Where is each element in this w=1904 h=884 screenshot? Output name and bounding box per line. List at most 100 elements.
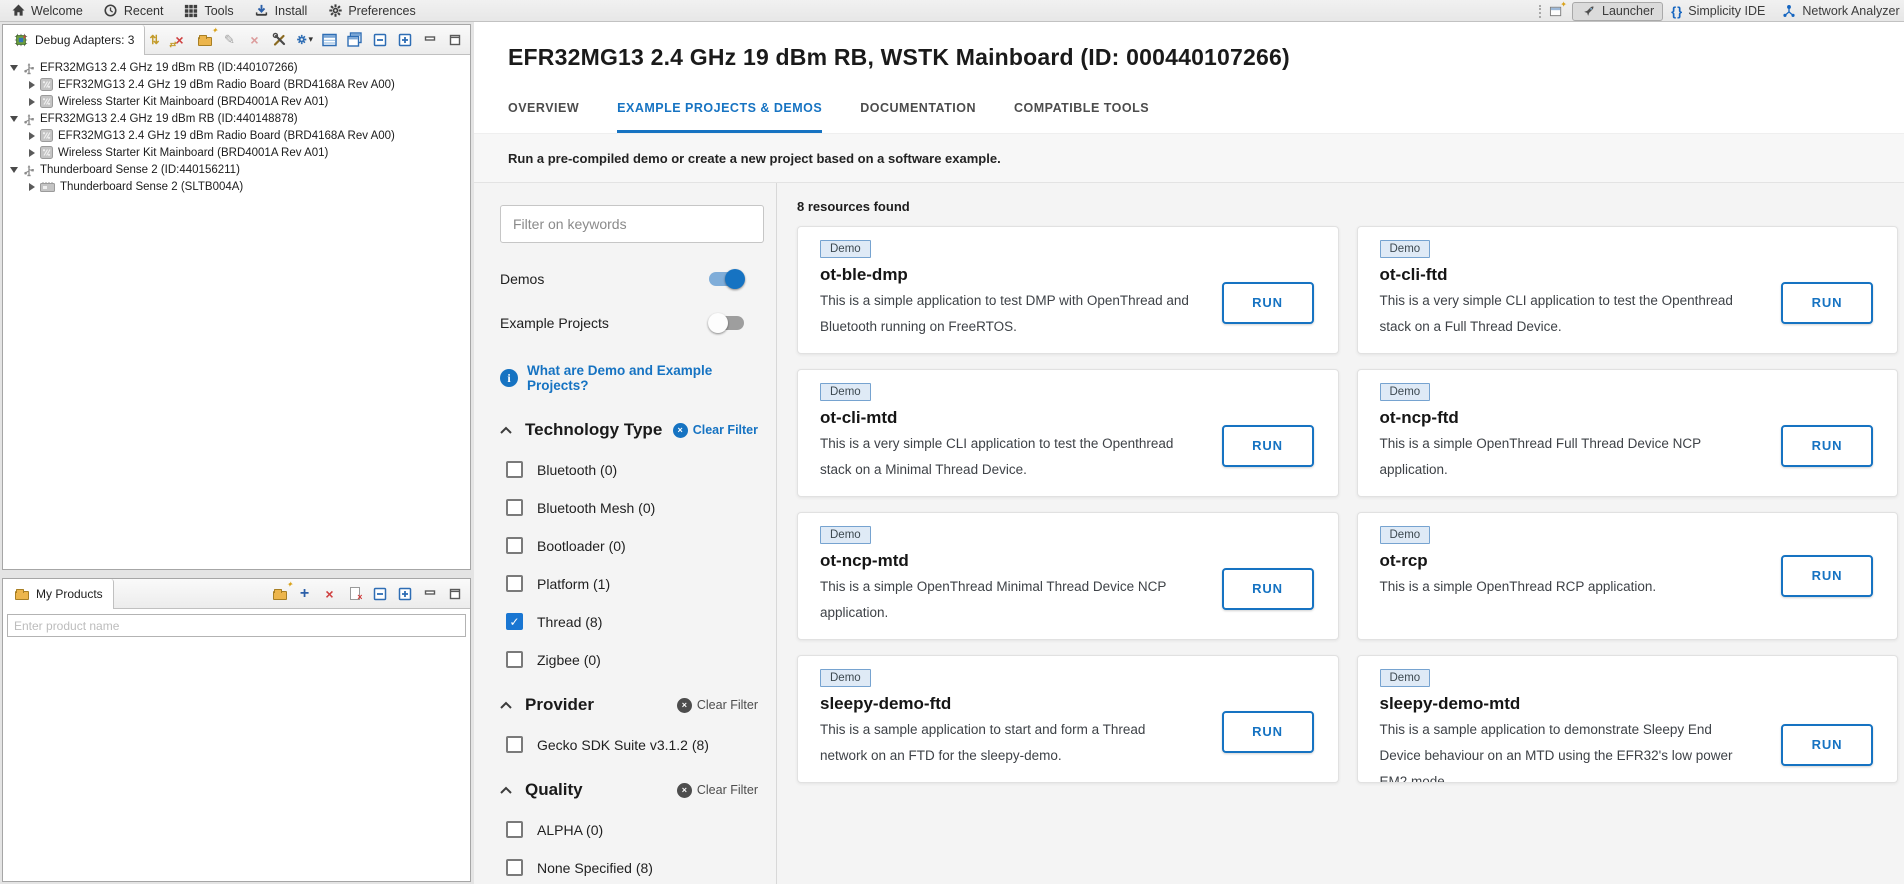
checkbox-icon[interactable]: ✓ bbox=[506, 613, 523, 630]
card-description: This is a simple OpenThread RCP applicat… bbox=[1380, 574, 1750, 600]
tree-item[interactable]: Thunderboard Sense 2 (ID:440156211) bbox=[3, 161, 470, 178]
expander-icon[interactable] bbox=[29, 132, 35, 140]
expander-icon[interactable] bbox=[10, 65, 18, 71]
checkbox-icon[interactable]: ✓ bbox=[506, 736, 523, 753]
tab-overview[interactable]: OVERVIEW bbox=[508, 101, 579, 133]
tree-item[interactable]: Wireless Starter Kit Mainboard (BRD4001A… bbox=[3, 93, 470, 110]
filter-option-bootloader[interactable]: ✓ Bootloader (0) bbox=[500, 537, 764, 554]
expand-all-icon[interactable] bbox=[396, 32, 413, 48]
expander-icon[interactable] bbox=[10, 167, 18, 173]
checkbox-icon[interactable]: ✓ bbox=[506, 537, 523, 554]
settings-gear-icon[interactable]: ▾ bbox=[296, 32, 313, 48]
keyword-filter-input[interactable] bbox=[500, 205, 764, 243]
filter-option-platform[interactable]: ✓ Platform (1) bbox=[500, 575, 764, 592]
disconnect-icon[interactable]: ×⇄ bbox=[171, 32, 188, 48]
checkbox-icon[interactable]: ✓ bbox=[506, 499, 523, 516]
expand-all-icon[interactable] bbox=[396, 586, 413, 602]
provider-clear-filter[interactable]: × Clear Filter bbox=[677, 698, 758, 713]
run-button[interactable]: RUN bbox=[1222, 711, 1314, 753]
tree-item[interactable]: EFR32MG13 2.4 GHz 19 dBm RB (ID:44014887… bbox=[3, 110, 470, 127]
add-product-icon[interactable]: + bbox=[296, 586, 313, 602]
chevron-up-icon[interactable] bbox=[500, 701, 512, 709]
technology-clear-filter[interactable]: × Clear Filter bbox=[673, 423, 758, 438]
expander-icon[interactable] bbox=[29, 81, 35, 89]
checkbox-icon[interactable]: ✓ bbox=[506, 859, 523, 876]
filter-option-none-specified[interactable]: ✓ None Specified (8) bbox=[500, 859, 764, 876]
checkbox-icon[interactable]: ✓ bbox=[506, 575, 523, 592]
filter-option-thread[interactable]: ✓ Thread (8) bbox=[500, 613, 764, 630]
content-area: Demos Example Projects i What are Demo a… bbox=[474, 183, 1904, 884]
tree-item[interactable]: EFR32MG13 2.4 GHz 19 dBm Radio Board (BR… bbox=[3, 127, 470, 144]
card-title: ot-rcp bbox=[1380, 551, 1750, 571]
tree-item[interactable]: Wireless Starter Kit Mainboard (BRD4001A… bbox=[3, 144, 470, 161]
minimize-icon[interactable] bbox=[421, 586, 438, 602]
perspective-launcher[interactable]: Launcher bbox=[1572, 2, 1663, 21]
delete-icon[interactable]: × bbox=[246, 32, 263, 48]
chevron-up-icon[interactable] bbox=[500, 426, 512, 434]
perspective-network-analyzer[interactable]: Network Analyzer bbox=[1773, 2, 1904, 21]
maximize-icon[interactable] bbox=[446, 32, 463, 48]
usb-adapter-icon bbox=[23, 112, 35, 126]
braces-icon: {} bbox=[1671, 4, 1683, 19]
tree-item[interactable]: Thunderboard Sense 2 (SLTB004A) bbox=[3, 178, 470, 195]
demos-toggle[interactable] bbox=[709, 272, 744, 286]
expander-icon[interactable] bbox=[29, 98, 35, 106]
menu-preferences[interactable]: Preferences bbox=[317, 0, 425, 22]
remove-all-icon[interactable]: × bbox=[346, 586, 363, 602]
run-button[interactable]: RUN bbox=[1781, 724, 1873, 766]
tab-example-projects-demos[interactable]: EXAMPLE PROJECTS & DEMOS bbox=[617, 101, 822, 133]
filter-option-bluetooth-mesh[interactable]: ✓ Bluetooth Mesh (0) bbox=[500, 499, 764, 516]
collapse-all-icon[interactable] bbox=[371, 32, 388, 48]
expander-icon[interactable] bbox=[10, 116, 18, 122]
menu-install[interactable]: Install bbox=[244, 0, 318, 22]
checkbox-icon[interactable]: ✓ bbox=[506, 461, 523, 478]
new-group-icon[interactable]: ✦ bbox=[196, 32, 213, 48]
filter-option-alpha[interactable]: ✓ ALPHA (0) bbox=[500, 821, 764, 838]
run-button[interactable]: RUN bbox=[1781, 425, 1873, 467]
tree-item-label: Wireless Starter Kit Mainboard (BRD4001A… bbox=[58, 96, 328, 108]
run-button[interactable]: RUN bbox=[1222, 568, 1314, 610]
maximize-icon[interactable] bbox=[446, 586, 463, 602]
card-description: This is a very simple CLI application to… bbox=[1380, 288, 1750, 340]
my-products-tab[interactable]: My Products bbox=[3, 579, 114, 609]
run-button[interactable]: RUN bbox=[1222, 425, 1314, 467]
tab-compatible-tools[interactable]: COMPATIBLE TOOLS bbox=[1014, 101, 1149, 133]
checkbox-icon[interactable]: ✓ bbox=[506, 821, 523, 838]
expander-icon[interactable] bbox=[29, 149, 35, 157]
collapse-all-icon[interactable] bbox=[371, 586, 388, 602]
run-button[interactable]: RUN bbox=[1781, 282, 1873, 324]
view-multi-icon[interactable] bbox=[346, 32, 363, 48]
menu-recent[interactable]: Recent bbox=[93, 0, 174, 22]
device-tools-icon[interactable] bbox=[271, 32, 288, 48]
run-button[interactable]: RUN bbox=[1222, 282, 1314, 324]
chevron-up-icon[interactable] bbox=[500, 786, 512, 794]
perspective-simplicity-ide[interactable]: {} Simplicity IDE bbox=[1663, 2, 1773, 21]
sparkle-icon: ✦ bbox=[1560, 0, 1567, 9]
expander-icon[interactable] bbox=[29, 183, 35, 191]
tree-item[interactable]: EFR32MG13 2.4 GHz 19 dBm RB (ID:44010726… bbox=[3, 59, 470, 76]
connect-icon[interactable]: ⇅ bbox=[146, 32, 163, 48]
filter-option-bluetooth[interactable]: ✓ Bluetooth (0) bbox=[500, 461, 764, 478]
clear-circle-icon: × bbox=[677, 783, 692, 798]
debug-adapters-tab[interactable]: Debug Adapters: 3 bbox=[3, 25, 145, 55]
example-projects-toggle[interactable] bbox=[709, 316, 744, 330]
minimize-icon[interactable] bbox=[421, 32, 438, 48]
filter-option-zigbee[interactable]: ✓ Zigbee (0) bbox=[500, 651, 764, 668]
checkbox-icon[interactable]: ✓ bbox=[506, 651, 523, 668]
tree-item[interactable]: EFR32MG13 2.4 GHz 19 dBm Radio Board (BR… bbox=[3, 76, 470, 93]
card-title: ot-ncp-ftd bbox=[1380, 408, 1750, 428]
menu-welcome[interactable]: Welcome bbox=[0, 0, 93, 22]
demo-info-link-row[interactable]: i What are Demo and Example Projects? bbox=[500, 363, 764, 393]
delete-icon[interactable]: × bbox=[321, 586, 338, 602]
new-group-icon[interactable]: ✦ bbox=[271, 586, 288, 602]
product-name-input[interactable] bbox=[7, 614, 466, 637]
rename-icon[interactable]: ✎ bbox=[221, 32, 238, 48]
tab-documentation[interactable]: DOCUMENTATION bbox=[860, 101, 976, 133]
filter-option-gecko-sdk[interactable]: ✓ Gecko SDK Suite v3.1.2 (8) bbox=[500, 736, 764, 753]
run-button[interactable]: RUN bbox=[1781, 555, 1873, 597]
view-list-icon[interactable] bbox=[321, 32, 338, 48]
quality-clear-filter[interactable]: × Clear Filter bbox=[677, 783, 758, 798]
menu-tools[interactable]: Tools bbox=[173, 0, 243, 22]
demo-badge: Demo bbox=[1380, 240, 1431, 258]
open-perspective-icon[interactable]: ✦ bbox=[1549, 3, 1564, 19]
